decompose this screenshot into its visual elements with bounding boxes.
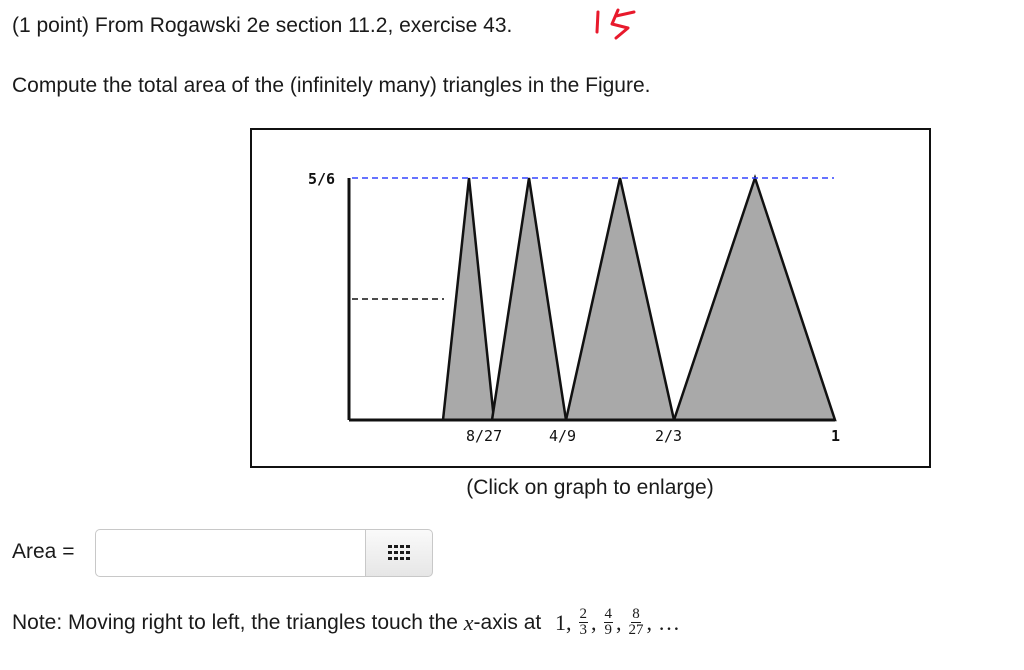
note-variable: x bbox=[463, 609, 474, 635]
note-text: Note: Moving right to left, the triangle… bbox=[12, 607, 680, 638]
x-label-4-9: 4/9 bbox=[549, 427, 576, 445]
area-label: Area = bbox=[12, 540, 75, 563]
x-label-2-3: 2/3 bbox=[655, 427, 682, 445]
fraction-2-3: 23 bbox=[578, 606, 589, 638]
equation-palette-button[interactable] bbox=[365, 529, 433, 577]
grid-icon bbox=[388, 545, 410, 560]
area-input[interactable] bbox=[95, 529, 365, 577]
question-text: Compute the total area of the (infinitel… bbox=[12, 74, 651, 97]
note-sequence: 1, 23 , 49 , 8 27 , … bbox=[555, 606, 681, 638]
figure-caption[interactable]: (Click on graph to enlarge) bbox=[0, 476, 1024, 500]
note-first-term: 1, bbox=[555, 609, 572, 635]
handwritten-annotation bbox=[592, 6, 652, 47]
triangle-2 bbox=[490, 177, 568, 422]
note-suffix: -axis at bbox=[473, 610, 548, 634]
figure-graph[interactable]: 5/6 8/27 4/9 2/3 1 bbox=[250, 128, 931, 468]
triangle-3 bbox=[564, 177, 676, 422]
note-ellipsis: … bbox=[658, 609, 681, 635]
x-label-1: 1 bbox=[831, 427, 840, 445]
y-label: 5/6 bbox=[308, 170, 335, 188]
triangle-1 bbox=[441, 177, 496, 422]
problem-header: (1 point) From Rogawski 2e section 11.2,… bbox=[12, 14, 513, 37]
fraction-8-27: 8 27 bbox=[628, 606, 644, 638]
triangle-4 bbox=[672, 174, 837, 422]
x-label-8-27: 8/27 bbox=[466, 427, 502, 445]
note-prefix: Note: Moving right to left, the triangle… bbox=[12, 610, 464, 634]
fraction-4-9: 49 bbox=[603, 606, 614, 638]
